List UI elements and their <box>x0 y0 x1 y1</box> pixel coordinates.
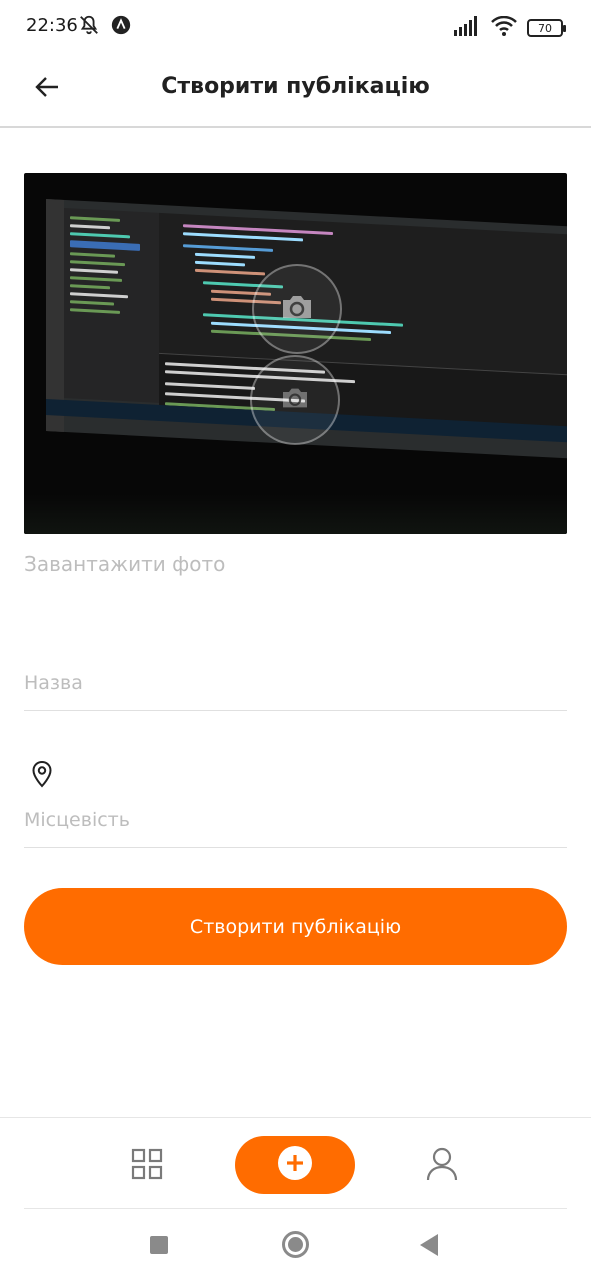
camera-icon <box>280 386 310 414</box>
name-placeholder: Назва <box>24 672 83 694</box>
grid-icon[interactable] <box>131 1148 167 1184</box>
name-input[interactable]: Назва <box>24 660 567 711</box>
recent-apps-icon[interactable] <box>150 1236 168 1254</box>
signal-icon <box>453 16 481 40</box>
camera-button[interactable] <box>252 264 342 354</box>
photo-preview[interactable] <box>24 173 567 534</box>
battery-level: 70 <box>538 21 552 35</box>
user-icon[interactable] <box>425 1146 461 1184</box>
plus-icon <box>277 1145 313 1185</box>
create-post-label: Створити публікацію <box>189 915 402 938</box>
battery-icon: 70 <box>527 19 566 37</box>
camera-icon <box>280 293 314 325</box>
status-time: 22:36 <box>26 15 78 36</box>
status-bar: 22:36 70 <box>0 0 591 56</box>
notification-app-icon <box>110 14 132 40</box>
home-icon[interactable] <box>282 1231 309 1258</box>
location-input[interactable]: Місцевість <box>24 800 567 848</box>
bell-off-icon <box>78 14 100 40</box>
header: Створити публікацію <box>0 56 591 128</box>
upload-photo-label[interactable]: Завантажити фото <box>24 552 225 576</box>
wifi-icon <box>491 15 517 40</box>
system-back-icon[interactable] <box>420 1234 438 1256</box>
system-nav-bar <box>0 1209 591 1280</box>
tab-create-button[interactable] <box>235 1136 355 1194</box>
create-post-button[interactable]: Створити публікацію <box>24 888 567 965</box>
camera-button-ghost <box>250 355 340 445</box>
tab-bar <box>0 1117 591 1209</box>
map-pin-icon <box>30 760 54 788</box>
page-title: Створити публікацію <box>161 74 430 99</box>
location-placeholder: Місцевість <box>24 809 130 831</box>
